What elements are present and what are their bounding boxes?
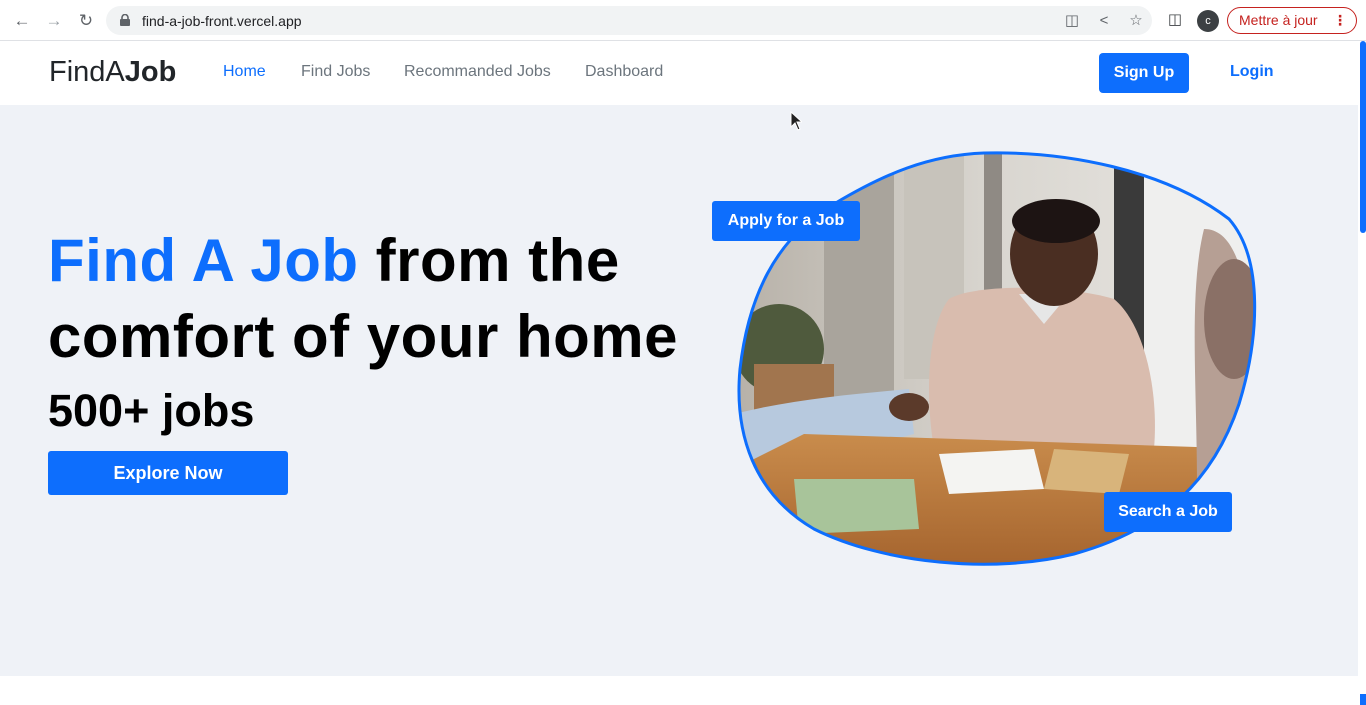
more-icon: ⋮	[1333, 12, 1347, 28]
headline-highlight: Find A Job	[48, 227, 359, 294]
nav-link-home[interactable]: Home	[223, 63, 266, 81]
jobs-count: 500+ jobs	[48, 385, 255, 436]
search-a-job-button[interactable]: Search a Job	[1104, 492, 1232, 532]
nav-link-dashboard[interactable]: Dashboard	[585, 63, 663, 81]
star-icon[interactable]: ☆	[1127, 12, 1145, 30]
scrollbar-marker	[1360, 694, 1366, 705]
next-section	[0, 676, 1358, 705]
brand-bold: Job	[124, 56, 177, 88]
reload-icon[interactable]: ↻	[75, 10, 97, 32]
nav-link-recommended-jobs[interactable]: Recommanded Jobs	[404, 63, 551, 81]
update-label: Mettre à jour	[1239, 12, 1318, 28]
side-panel-icon[interactable]: ◫	[1166, 11, 1184, 29]
nav-link-find-jobs[interactable]: Find Jobs	[301, 63, 370, 81]
mouse-cursor-icon	[790, 111, 802, 131]
browser-toolbar: ← → ↻ find-a-job-front.vercel.app ◫ < ☆ …	[0, 0, 1366, 41]
url-text: find-a-job-front.vercel.app	[142, 13, 302, 29]
sign-up-button[interactable]: Sign Up	[1099, 53, 1189, 93]
address-bar[interactable]: find-a-job-front.vercel.app ◫ < ☆	[106, 6, 1152, 35]
explore-now-button[interactable]: Explore Now	[48, 451, 288, 495]
lock-icon	[120, 14, 130, 26]
back-icon[interactable]: ←	[11, 10, 33, 32]
apply-for-a-job-button[interactable]: Apply for a Job	[712, 201, 860, 241]
hero-headline: Find A Job from the comfort of your home	[48, 223, 678, 375]
site-navbar: FindAJob Home Find Jobs Recommanded Jobs…	[0, 41, 1358, 105]
headline-part-1: from the	[358, 227, 620, 294]
headline-part-2: comfort of your home	[48, 303, 679, 370]
login-link[interactable]: Login	[1230, 63, 1274, 81]
brand-logo[interactable]: FindAJob	[49, 56, 176, 89]
update-button[interactable]: Mettre à jour ⋮	[1227, 7, 1357, 34]
brand-light: FindA	[49, 56, 125, 88]
profile-avatar[interactable]: c	[1197, 10, 1219, 32]
translate-icon[interactable]: ◫	[1063, 12, 1081, 30]
forward-icon[interactable]: →	[43, 10, 65, 32]
share-icon[interactable]: <	[1095, 12, 1113, 30]
hero-section: Find A Job from the comfort of your home…	[0, 105, 1358, 676]
scrollbar-thumb[interactable]	[1360, 41, 1366, 233]
